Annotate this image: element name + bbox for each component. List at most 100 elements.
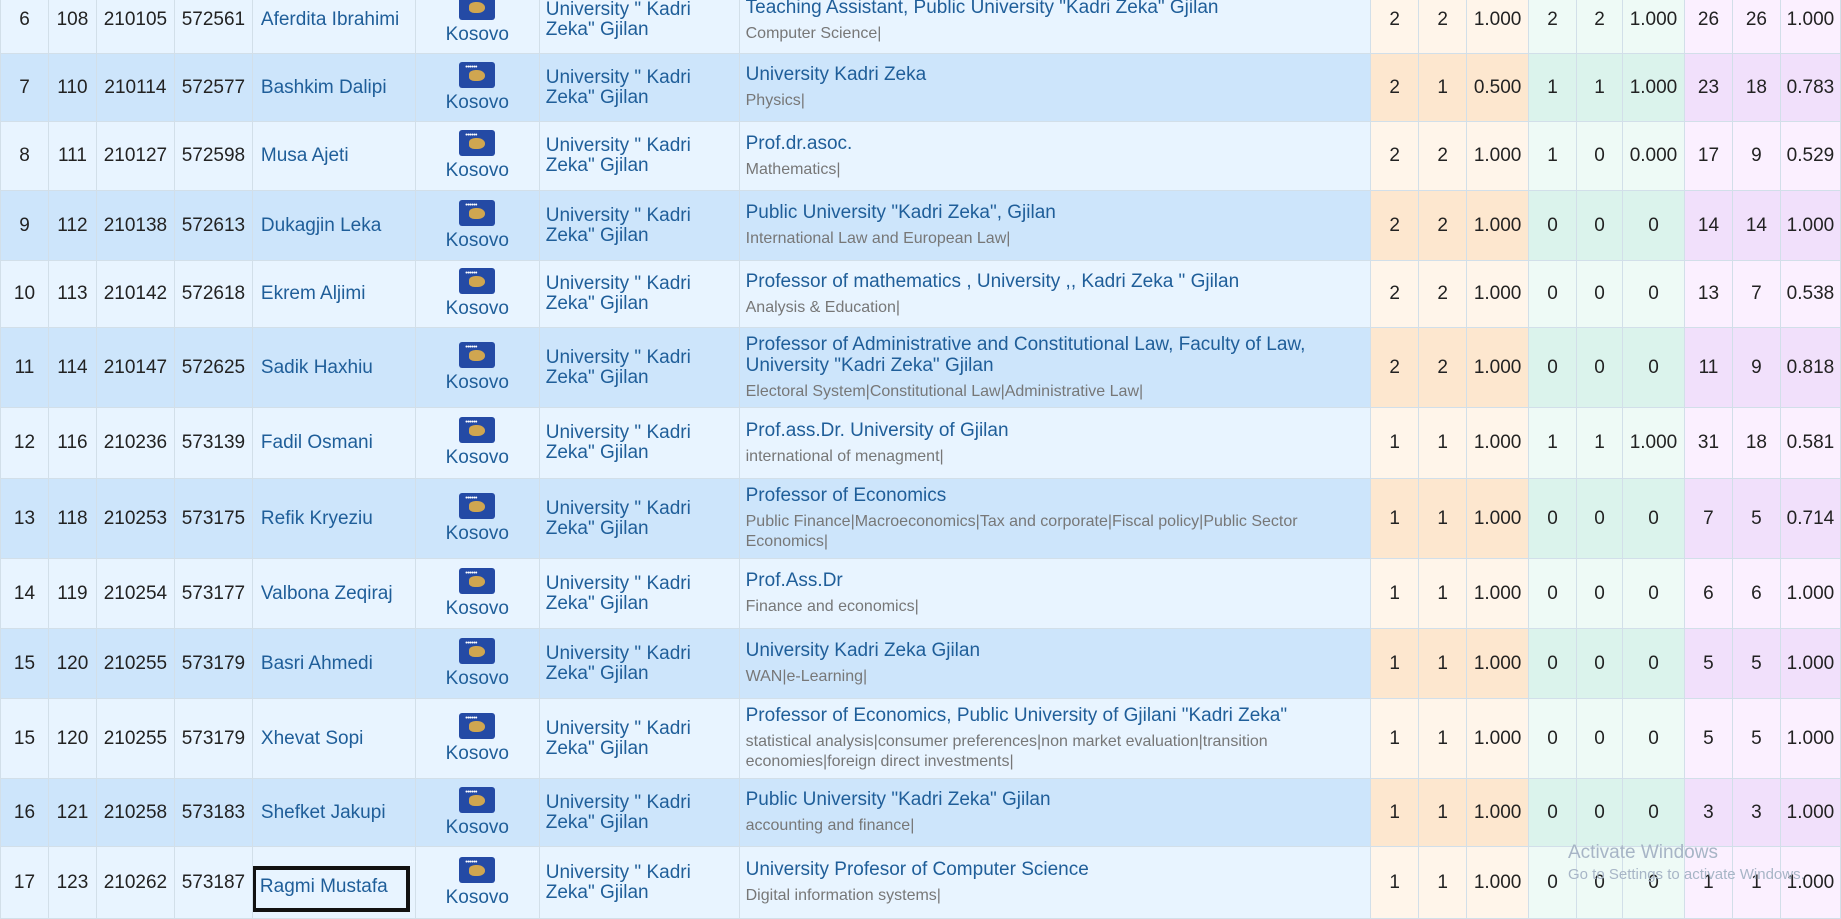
institution-link[interactable]: University " Kadri Zeka" Gjilan [546, 498, 691, 539]
stat-cell: 1.000 [1466, 846, 1530, 919]
country-name[interactable]: Kosovo [446, 160, 509, 181]
author-name-link[interactable]: Dukagjin Leka [258, 211, 384, 241]
stat-cell: 26 [1683, 0, 1733, 54]
position-title[interactable]: Prof.dr.asoc. [746, 133, 1370, 154]
country-name[interactable]: Kosovo [446, 743, 509, 764]
id-cell: 573179 [173, 698, 253, 779]
country-cell: Kosovo [414, 260, 540, 328]
institution-link[interactable]: University " Kadri Zeka" Gjilan [546, 643, 691, 684]
stat-cell: 1 [1418, 628, 1468, 699]
stat-cell: 0.538 [1779, 260, 1841, 328]
id-cell: 210236 [95, 407, 175, 479]
stat-cell: 1 [1370, 698, 1420, 779]
table-row: 12116210236573139Fadil Osmani Kosovo Unive… [0, 407, 1841, 479]
position-title[interactable]: Prof.Ass.Dr [746, 570, 1370, 591]
id-cell: 210254 [95, 558, 175, 629]
stat-cell: 1.000 [1779, 698, 1841, 779]
author-name-link[interactable]: Valbona Zeqiraj [258, 579, 396, 609]
country-name[interactable]: Kosovo [446, 298, 509, 319]
research-areas: accounting and finance| [745, 817, 915, 834]
stat-cell: 1 [1576, 407, 1623, 479]
author-name-link[interactable]: Musa Ajeti [258, 141, 352, 171]
institution-link[interactable]: University " Kadri Zeka" Gjilan [546, 573, 691, 614]
author-name-link[interactable]: Ekrem Aljimi [258, 279, 369, 309]
position-cell: Public University "Kadri Zeka" Gjilan acc… [738, 778, 1372, 847]
position-title[interactable]: University Kadri Zeka Gjilan [746, 640, 1370, 661]
id-cell: 210114 [95, 53, 175, 122]
stat-cell: 1.000 [1779, 628, 1841, 699]
rank-cell: 17 [0, 846, 49, 919]
stat-cell: 1 [1370, 778, 1420, 847]
country-name[interactable]: Kosovo [446, 523, 509, 544]
country-name[interactable]: Kosovo [446, 817, 509, 838]
institution-link[interactable]: University " Kadri Zeka" Gjilan [546, 422, 691, 463]
country-name[interactable]: Kosovo [446, 230, 509, 251]
stat-cell: 7 [1731, 260, 1781, 328]
position-title[interactable]: Teaching Assistant, Public University "K… [746, 0, 1370, 18]
country-name[interactable]: Kosovo [446, 598, 509, 619]
position-title[interactable]: Public University "Kadri Zeka", Gjilan [746, 202, 1370, 223]
stat-cell: 13 [1683, 260, 1733, 328]
stat-cell: 0.000 [1621, 121, 1685, 191]
stat-cell: 0 [1576, 190, 1623, 261]
institution-link[interactable]: University " Kadri Zeka" Gjilan [546, 792, 691, 833]
stat-cell: 1 [1370, 478, 1420, 559]
institution-cell: University " Kadri Zeka" Gjilan [538, 407, 740, 479]
stat-cell: 1.000 [1779, 190, 1841, 261]
country-name[interactable]: Kosovo [446, 668, 509, 689]
author-name-link[interactable]: Aferdita Ibrahimi [258, 5, 402, 35]
stat-cell: 0 [1621, 260, 1685, 328]
kosovo-flag-icon [459, 263, 496, 294]
id-cell: 573183 [173, 778, 253, 847]
institution-link[interactable]: University " Kadri Zeka" Gjilan [546, 135, 691, 176]
country-cell: Kosovo [414, 846, 540, 919]
author-name-link[interactable]: Shefket Jakupi [258, 798, 389, 828]
author-name-link[interactable]: Fadil Osmani [258, 428, 376, 458]
country-name[interactable]: Kosovo [446, 24, 509, 45]
position-title[interactable]: University Kadri Zeka [746, 64, 1370, 85]
stat-cell: 1.000 [1466, 778, 1530, 847]
author-name-link[interactable]: Basri Ahmedi [258, 649, 376, 679]
position-title[interactable]: Professor of Economics [746, 485, 1370, 506]
stat-cell: 2 [1370, 53, 1420, 122]
position-cell: University Profesor of Computer Science D… [738, 846, 1372, 919]
id-cell: 120 [47, 698, 97, 779]
country-name[interactable]: Kosovo [446, 447, 509, 468]
author-name-link[interactable]: Xhevat Sopi [258, 724, 366, 754]
institution-link[interactable]: University " Kadri Zeka" Gjilan [546, 67, 691, 108]
stat-cell: 0 [1576, 327, 1623, 408]
stat-cell: 7 [1683, 478, 1733, 559]
table-row: 9112210138572613Dukagjin Leka Kosovo Unive… [0, 190, 1841, 261]
table-row: 11114210147572625Sadik HaxhiuKosovoUnive… [0, 327, 1841, 408]
author-name-link[interactable]: Sadik Haxhiu [258, 353, 376, 383]
institution-link[interactable]: University " Kadri Zeka" Gjilan [546, 0, 691, 40]
country-name[interactable]: Kosovo [446, 372, 509, 393]
author-name-link[interactable]: Ragmi Mustafa [253, 865, 410, 912]
institution-link[interactable]: University " Kadri Zeka" Gjilan [546, 862, 691, 903]
author-name-link[interactable]: Refik Kryeziu [258, 504, 376, 534]
country-cell: Kosovo [414, 698, 540, 779]
institution-link[interactable]: University " Kadri Zeka" Gjilan [546, 205, 691, 246]
country-name[interactable]: Kosovo [446, 92, 509, 113]
stat-cell: 0 [1621, 698, 1685, 779]
position-title[interactable]: Professor of mathematics , University ,,… [746, 271, 1370, 292]
stat-cell: 1 [1370, 407, 1420, 479]
institution-link[interactable]: University " Kadri Zeka" Gjilan [546, 273, 691, 314]
id-cell: 572618 [173, 260, 253, 328]
position-title[interactable]: Public University "Kadri Zeka" Gjilan [746, 789, 1370, 810]
position-title[interactable]: University Profesor of Computer Science [746, 859, 1370, 880]
position-title[interactable]: Prof.ass.Dr. University of Gjilan [746, 420, 1370, 441]
country-name[interactable]: Kosovo [446, 887, 509, 908]
stat-cell: 0.818 [1779, 327, 1841, 408]
kosovo-flag-icon [459, 708, 496, 739]
kosovo-flag-icon [459, 195, 496, 226]
position-title[interactable]: Professor of Economics, Public Universit… [746, 705, 1370, 726]
institution-link[interactable]: University " Kadri Zeka" Gjilan [546, 347, 691, 388]
author-name-link[interactable]: Bashkim Dalipi [258, 73, 390, 103]
position-title[interactable]: Professor of Administrative and Constitu… [746, 334, 1370, 376]
research-areas: Digital information systems| [745, 887, 941, 904]
institution-cell: University " Kadri Zeka" Gjilan [538, 260, 740, 328]
table-row: 13118210253573175Refik Kryeziu Kosovo Univ… [0, 478, 1841, 559]
id-cell: 573177 [173, 558, 253, 629]
institution-link[interactable]: University " Kadri Zeka" Gjilan [546, 718, 691, 759]
